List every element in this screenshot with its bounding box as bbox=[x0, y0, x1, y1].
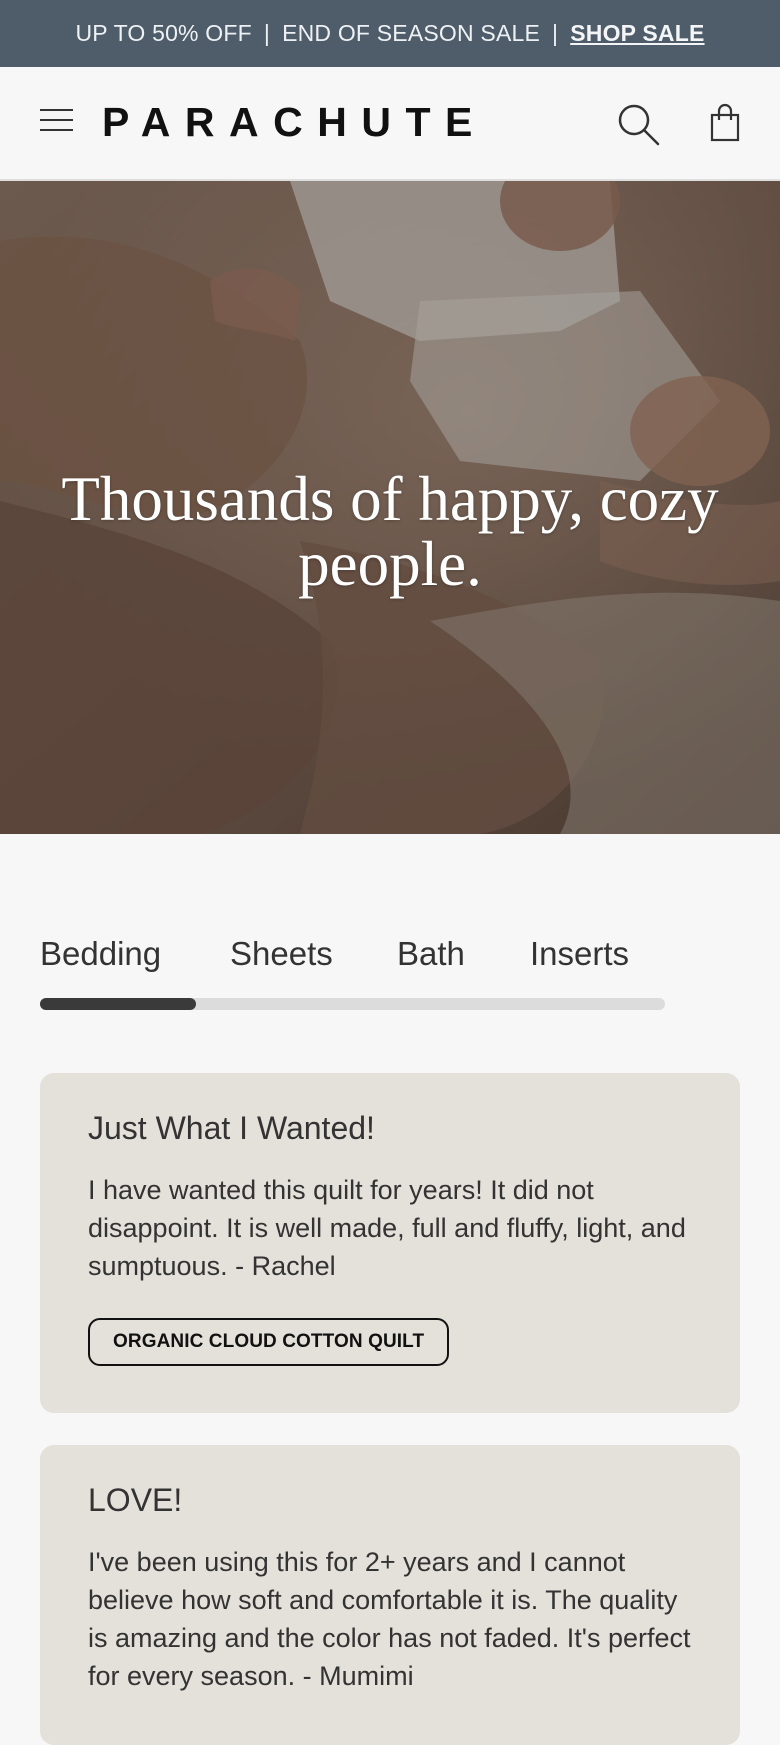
tab-inserts[interactable]: Inserts bbox=[530, 935, 629, 973]
review-text: I have wanted this quilt for years! It d… bbox=[88, 1175, 686, 1281]
review-title: LOVE! bbox=[88, 1482, 183, 1518]
review-card: Just What I Wanted! I have wanted this q… bbox=[40, 1073, 740, 1413]
hamburger-icon[interactable] bbox=[40, 107, 73, 133]
review-card: LOVE! I've been using this for 2+ years … bbox=[40, 1445, 740, 1745]
search-icon[interactable] bbox=[617, 103, 663, 149]
product-link-button[interactable]: ORGANIC CLOUD COTTON QUILT bbox=[88, 1318, 450, 1366]
tabs-scrollbar-thumb[interactable] bbox=[40, 998, 197, 1010]
tab-sheets[interactable]: Sheets bbox=[230, 935, 333, 973]
tabs-scrollbar[interactable] bbox=[40, 998, 665, 1010]
hero-banner: Thousands of happy, cozy people. bbox=[0, 181, 780, 834]
tab-bedding[interactable]: Bedding bbox=[40, 935, 161, 973]
review-text: I've been using this for 2+ years and I … bbox=[88, 1547, 691, 1691]
promo-banner: UP TO 50% OFF | END OF SEASON SALE | SHO… bbox=[0, 0, 780, 67]
promo-sale-text: END OF SEASON SALE bbox=[282, 20, 541, 46]
promo-discount-text: UP TO 50% OFF bbox=[75, 20, 252, 46]
brand-logo[interactable]: PARACHUTE bbox=[102, 97, 487, 147]
shop-sale-link[interactable]: SHOP SALE bbox=[570, 20, 704, 47]
tab-bath[interactable]: Bath bbox=[397, 935, 465, 973]
site-header: PARACHUTE bbox=[0, 67, 780, 181]
promo-separator: | bbox=[552, 20, 559, 46]
shopping-bag-icon[interactable] bbox=[708, 103, 742, 143]
hero-title: Thousands of happy, cozy people. bbox=[61, 464, 719, 599]
review-title: Just What I Wanted! bbox=[88, 1110, 375, 1146]
promo-separator: | bbox=[263, 20, 271, 46]
